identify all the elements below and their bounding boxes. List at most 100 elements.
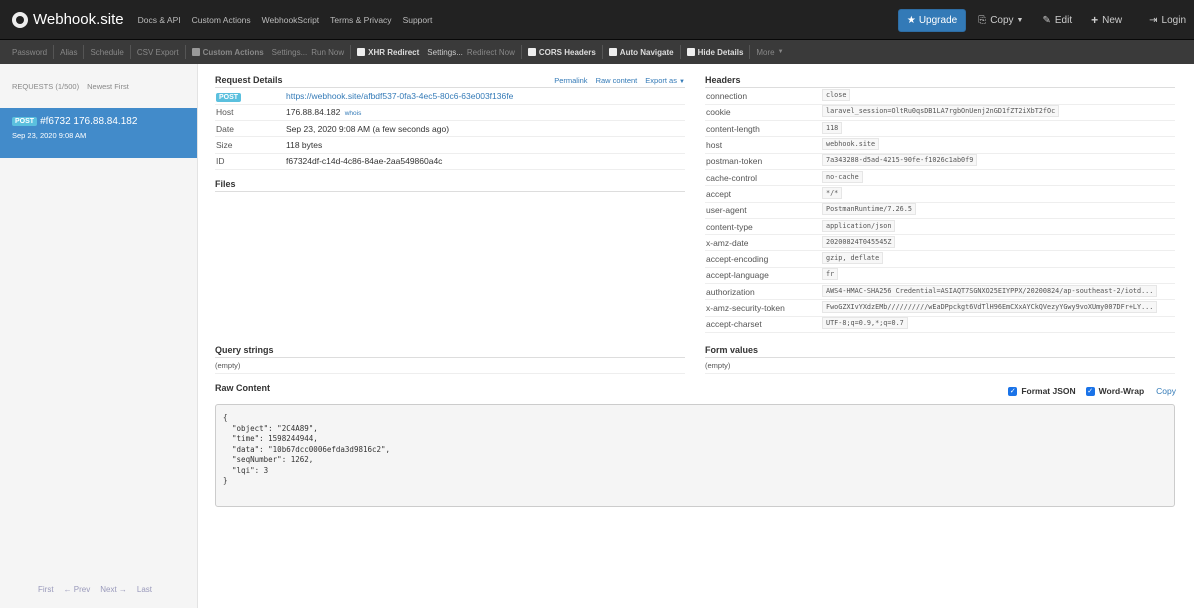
login-button[interactable]: ⇥ Login [1149,15,1186,26]
copy-raw-link[interactable]: Copy [1156,386,1176,396]
header-value: 7a343288-d5ad-4215-90fe-f1026c1ab0f9 [822,154,978,167]
request-date: Sep 23, 2020 9:08 AM [12,131,87,140]
header-value: no-cache [822,170,863,183]
nav-custom-actions[interactable]: Custom Actions [192,15,251,25]
hide-details-label: Hide Details [697,47,744,57]
auto-navigate-toggle[interactable]: Auto Navigate [603,48,680,57]
login-label: Login [1161,14,1186,26]
schedule-button[interactable]: Schedule [84,48,129,57]
method-badge: POST [12,117,38,126]
header-key: accept-language [705,267,821,285]
header-value: */* [822,186,843,199]
next-page-link[interactable]: Next → [100,585,127,594]
password-button[interactable]: Password [0,48,53,57]
last-page-link[interactable]: Last [137,585,152,594]
star-icon: ★ [906,14,916,26]
edit-label: Edit [1054,14,1073,26]
header-row: accept-encoding gzip, deflate [705,250,1175,268]
row-key: Size [215,136,285,154]
header-row: host webhook.site [705,136,1175,154]
run-now-button[interactable]: Run Now [309,48,350,57]
brand-name: Webhook.site [33,11,124,28]
header-key: cache-control [705,169,821,187]
upgrade-label: Upgrade [918,14,958,26]
nav-docs-api[interactable]: Docs & API [138,15,181,25]
header-key: content-length [705,120,821,138]
requests-count: REQUESTS (1/500) [12,81,80,91]
permalink-link[interactable]: Permalink [554,76,587,85]
plus-icon: + [1091,13,1099,27]
prev-page-link[interactable]: ← Prev [64,585,91,594]
raw-content-link[interactable]: Raw content [596,76,638,85]
upgrade-button[interactable]: ★ Upgrade [897,8,967,32]
caret-down-icon: ▼ [1016,16,1024,24]
nav-support[interactable]: Support [403,15,433,25]
form-values-empty: (empty) [705,358,1175,374]
redirect-now-button[interactable]: Redirect Now [465,48,521,57]
checkbox-icon [608,48,617,56]
copy-dropdown[interactable]: ⎘ Copy ▼ [978,15,1023,26]
header-key: accept-encoding [705,250,821,268]
whois-link[interactable]: whois [345,110,362,117]
header-value: fr [822,268,839,281]
export-dropdown[interactable]: Export as ▼ [645,76,685,85]
header-row: content-length 118 [705,120,1175,138]
request-list-item[interactable]: POST #f6732 176.88.84.182 Sep 23, 2020 9… [0,108,197,158]
method-badge: POST [216,92,242,102]
table-row: Size 118 bytes [215,136,685,154]
header-row: authorization AWS4-HMAC-SHA256 Credential… [705,283,1175,301]
checkbox-icon [527,48,536,56]
new-label: New [1102,14,1123,26]
header-key: content-type [705,218,821,236]
header-row: postman-token 7a343288-d5ad-4215-90fe-f10… [705,153,1175,170]
header-value: FwoGZXIvYXdzEMb//////////wEaDPpckgt6VdTl… [822,301,1158,313]
header-key: authorization [705,283,821,301]
header-value: UTF-8;q=0.9,*;q=0.7 [822,317,908,330]
xhr-redirect-toggle[interactable]: XHR Redirect [351,48,425,57]
header-value: 118 [822,121,843,134]
webhook-logo-icon [12,11,28,28]
header-value: application/json [822,219,896,232]
word-wrap-label: Word-Wrap [1098,386,1145,396]
custom-actions-settings[interactable]: Settings... [270,48,310,57]
header-row: accept-language fr [705,267,1175,285]
first-page-link[interactable]: First [38,585,54,594]
table-row: POST https://webhook.site/afbdf537-0fa3-… [215,88,685,105]
hide-details-toggle[interactable]: Hide Details [681,48,750,57]
new-button[interactable]: + New [1091,13,1122,27]
row-value: 118 bytes [285,136,685,154]
row-key: Date [215,120,285,138]
header-value: laravel_session=OltRu0qsDB1LA7rgbOnUenj2… [822,105,1060,118]
brand[interactable]: Webhook.site [12,11,124,28]
login-icon: ⇥ [1149,14,1158,26]
header-key: accept [705,185,821,203]
xhr-settings[interactable]: Settings... [425,48,465,57]
more-dropdown[interactable]: More ▼ [750,48,789,57]
caret-down-icon: ▼ [777,49,784,55]
csv-export-button[interactable]: CSV Export [131,48,185,57]
row-value: f67324df-c14d-4c86-84ae-2aa549860a4c [285,153,685,170]
alias-button[interactable]: Alias [54,48,83,57]
row-key: Host [215,104,285,122]
query-strings-section: Query strings (empty) [215,344,685,374]
edit-button[interactable]: ✎ Edit [1042,15,1072,26]
request-details-table: POST https://webhook.site/afbdf537-0fa3-… [215,88,685,170]
files-title: Files [215,178,236,189]
host-value: 176.88.84.182 [286,107,341,118]
checkbox-icon [686,48,695,56]
cors-headers-toggle[interactable]: CORS Headers [522,48,602,57]
nav-terms-privacy[interactable]: Terms & Privacy [330,15,391,25]
word-wrap-checkbox[interactable]: ✓ [1085,386,1095,396]
request-url-link[interactable]: https://webhook.site/afbdf537-0fa3-4ec5-… [286,91,513,101]
raw-content-body[interactable]: { "object": "2C4A89", "time": 1598244944… [215,404,1175,507]
requests-header: REQUESTS (1/500) Newest First [0,64,197,108]
query-strings-title: Query strings [215,345,274,355]
header-row: x-amz-security-token FwoGZXIvYXdzEMb/////… [705,299,1175,317]
custom-actions-toggle[interactable]: Custom Actions [186,48,270,57]
request-details-title: Request Details [215,75,283,85]
sort-order[interactable]: Newest First [87,82,129,91]
nav-webhookscript[interactable]: WebhookScript [262,15,319,25]
query-strings-empty: (empty) [215,358,685,374]
format-json-checkbox[interactable]: ✓ [1008,386,1018,396]
header-key: postman-token [705,153,821,170]
